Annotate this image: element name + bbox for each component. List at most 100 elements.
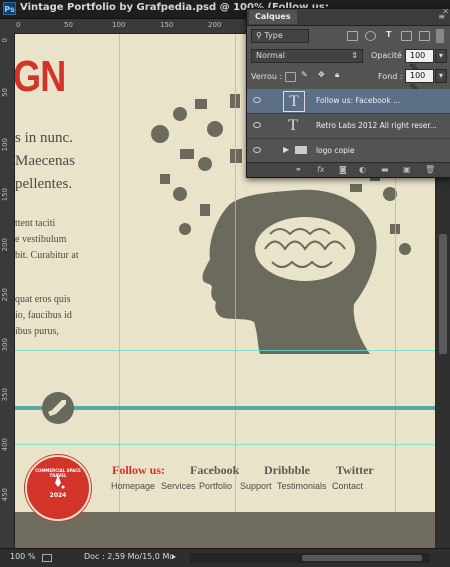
- filter-type-value: Type: [264, 31, 283, 40]
- lock-position-icon[interactable]: ✥: [318, 70, 325, 79]
- layer-name[interactable]: Retro Labs 2012 All right reser...: [316, 121, 437, 130]
- footer-nav-support[interactable]: Support: [240, 481, 272, 491]
- body-text-line: ibus purus,: [15, 326, 59, 337]
- opacity-label: Opacité :: [371, 51, 408, 60]
- ruler-mark: 400: [1, 438, 9, 452]
- adjustment-icon[interactable]: ◐: [359, 165, 366, 174]
- footer-nav-contact[interactable]: Contact: [332, 481, 363, 491]
- ruler-mark: 350: [1, 388, 9, 402]
- zoom-level[interactable]: 100 %: [10, 552, 35, 561]
- filter-text-icon[interactable]: T: [386, 30, 391, 39]
- text-layer-thumbnail-icon: T: [283, 91, 305, 112]
- lock-label: Verrou :: [251, 72, 283, 81]
- ruler-mark: 150: [1, 188, 9, 202]
- teal-divider-band: [15, 406, 435, 410]
- headline-fragment: GN: [15, 52, 66, 101]
- badge-year: 2024: [49, 492, 67, 499]
- mask-icon[interactable]: ◙: [339, 165, 347, 174]
- fill-dropdown-icon[interactable]: ▾: [435, 69, 447, 83]
- layers-panel-footer: ⚭ fx ◙ ◐ ▬ ▣ 🗑︎: [247, 162, 450, 177]
- ruler-mark: 450: [1, 488, 9, 502]
- social-link-facebook[interactable]: Facebook: [190, 463, 239, 478]
- guide-line: [15, 444, 435, 445]
- body-text-line: ttent taciti: [15, 218, 56, 229]
- visibility-eye-icon[interactable]: [253, 97, 261, 103]
- ruler-mark: 50: [1, 88, 9, 97]
- lead-text-line: pellentes.: [15, 176, 73, 192]
- footer-bottom-bar: [15, 512, 435, 548]
- blend-mode-select[interactable]: Normal ⇕: [251, 49, 363, 63]
- footer-nav-homepage[interactable]: Homepage: [111, 481, 155, 491]
- fill-input[interactable]: 100 %: [405, 69, 434, 92]
- layer-row[interactable]: T Follow us: Facebook ...: [247, 89, 450, 114]
- layer-name[interactable]: logo copie: [316, 146, 355, 155]
- zoom-preview-icon: [42, 554, 52, 562]
- filter-shape-icon[interactable]: [401, 31, 412, 41]
- lock-all-icon[interactable]: 🔒︎: [335, 70, 339, 80]
- opacity-input[interactable]: 100 %: [405, 49, 434, 72]
- filter-adjustment-icon[interactable]: [365, 31, 376, 41]
- filter-pixel-icon[interactable]: [347, 31, 358, 41]
- guide-line: [15, 350, 435, 351]
- link-icon[interactable]: ⚭: [295, 165, 302, 174]
- layer-row[interactable]: T Retro Labs 2012 All right reser...: [247, 114, 450, 139]
- follow-us-label: Follow us:: [112, 463, 166, 477]
- ruler-mark: 250: [1, 288, 9, 302]
- ruler-mark: 50: [64, 21, 73, 29]
- layer-name[interactable]: Follow us: Facebook ...: [316, 96, 400, 105]
- text-layer-thumbnail-icon: T: [288, 117, 298, 134]
- ruler-mark: 100: [1, 138, 9, 152]
- body-text-line: quat eros quis: [15, 294, 71, 305]
- lock-pixels-icon[interactable]: ✎: [301, 70, 308, 79]
- group-expand-arrow-icon[interactable]: ▶: [283, 145, 289, 154]
- footer-nav-services[interactable]: Services: [161, 481, 196, 491]
- panel-menu-icon[interactable]: ≡: [438, 12, 445, 21]
- tab-layers[interactable]: Calques: [249, 10, 297, 24]
- social-link-dribbble[interactable]: Dribbble: [264, 463, 310, 478]
- opacity-dropdown-icon[interactable]: ▾: [435, 49, 447, 63]
- new-layer-icon[interactable]: ▣: [403, 165, 411, 174]
- fill-label: Fond :: [378, 72, 403, 81]
- scroll-thumb[interactable]: [439, 234, 447, 354]
- document-size-info[interactable]: Doc : 2,59 Mo/15,0 Mo: [84, 552, 174, 561]
- ruler-mark: 100: [112, 21, 126, 29]
- footer-nav-portfolio[interactable]: Portfolio: [199, 481, 232, 491]
- rocket-icon: [48, 400, 66, 416]
- footer-nav-testimonials[interactable]: Testimonials: [277, 481, 327, 491]
- badge-rocket-icon: [55, 475, 65, 489]
- layer-filter-select[interactable]: ⚲ Type: [251, 29, 309, 43]
- photoshop-app-icon: Ps: [3, 2, 16, 15]
- ruler-mark: 200: [208, 21, 222, 29]
- visibility-eye-icon[interactable]: [253, 122, 261, 128]
- folder-icon: [295, 146, 307, 154]
- rocket-badge: [42, 392, 74, 424]
- fx-icon[interactable]: fx: [317, 165, 325, 174]
- social-link-twitter[interactable]: Twitter: [336, 463, 374, 478]
- lead-text-line: s in nunc.: [15, 130, 73, 146]
- visibility-eye-icon[interactable]: [253, 147, 261, 153]
- layer-row[interactable]: ▶ logo copie: [247, 139, 450, 161]
- filter-smart-object-icon[interactable]: [419, 31, 430, 41]
- trash-icon[interactable]: 🗑︎: [425, 165, 435, 174]
- blend-mode-value: Normal: [256, 51, 285, 60]
- body-text-line: e vestibulum: [15, 234, 67, 245]
- panel-header: Calques ✕ ≡: [247, 7, 450, 26]
- body-text-line: bit. Curabitur at: [15, 250, 79, 261]
- ruler-mark: 300: [1, 338, 9, 352]
- lead-text-line: Maecenas: [15, 153, 75, 169]
- horizontal-scrollbar[interactable]: [190, 553, 430, 563]
- ruler-mark: 0: [1, 38, 9, 43]
- scroll-thumb[interactable]: [302, 555, 422, 561]
- space-travel-logo-badge: COMMERCIAL SPACE TRAVEL 2024: [25, 455, 91, 521]
- lock-transparent-icon[interactable]: [285, 72, 296, 82]
- filter-toggle-switch[interactable]: [436, 29, 444, 43]
- chevron-down-icon: ⇕: [351, 51, 358, 60]
- body-text-line: io, faucibus id: [15, 310, 72, 321]
- ruler-mark: 0: [16, 21, 21, 29]
- vertical-ruler[interactable]: 0 50 100 150 200 250 300 350 400 450: [0, 33, 15, 548]
- ruler-mark: 150: [160, 21, 174, 29]
- new-group-folder-icon[interactable]: ▬: [381, 165, 389, 174]
- layers-panel: Calques ✕ ≡ ⚲ Type T Normal ⇕ Opacité : …: [246, 7, 450, 178]
- ruler-mark: 200: [1, 238, 9, 252]
- status-menu-arrow-icon[interactable]: ▸: [172, 552, 176, 561]
